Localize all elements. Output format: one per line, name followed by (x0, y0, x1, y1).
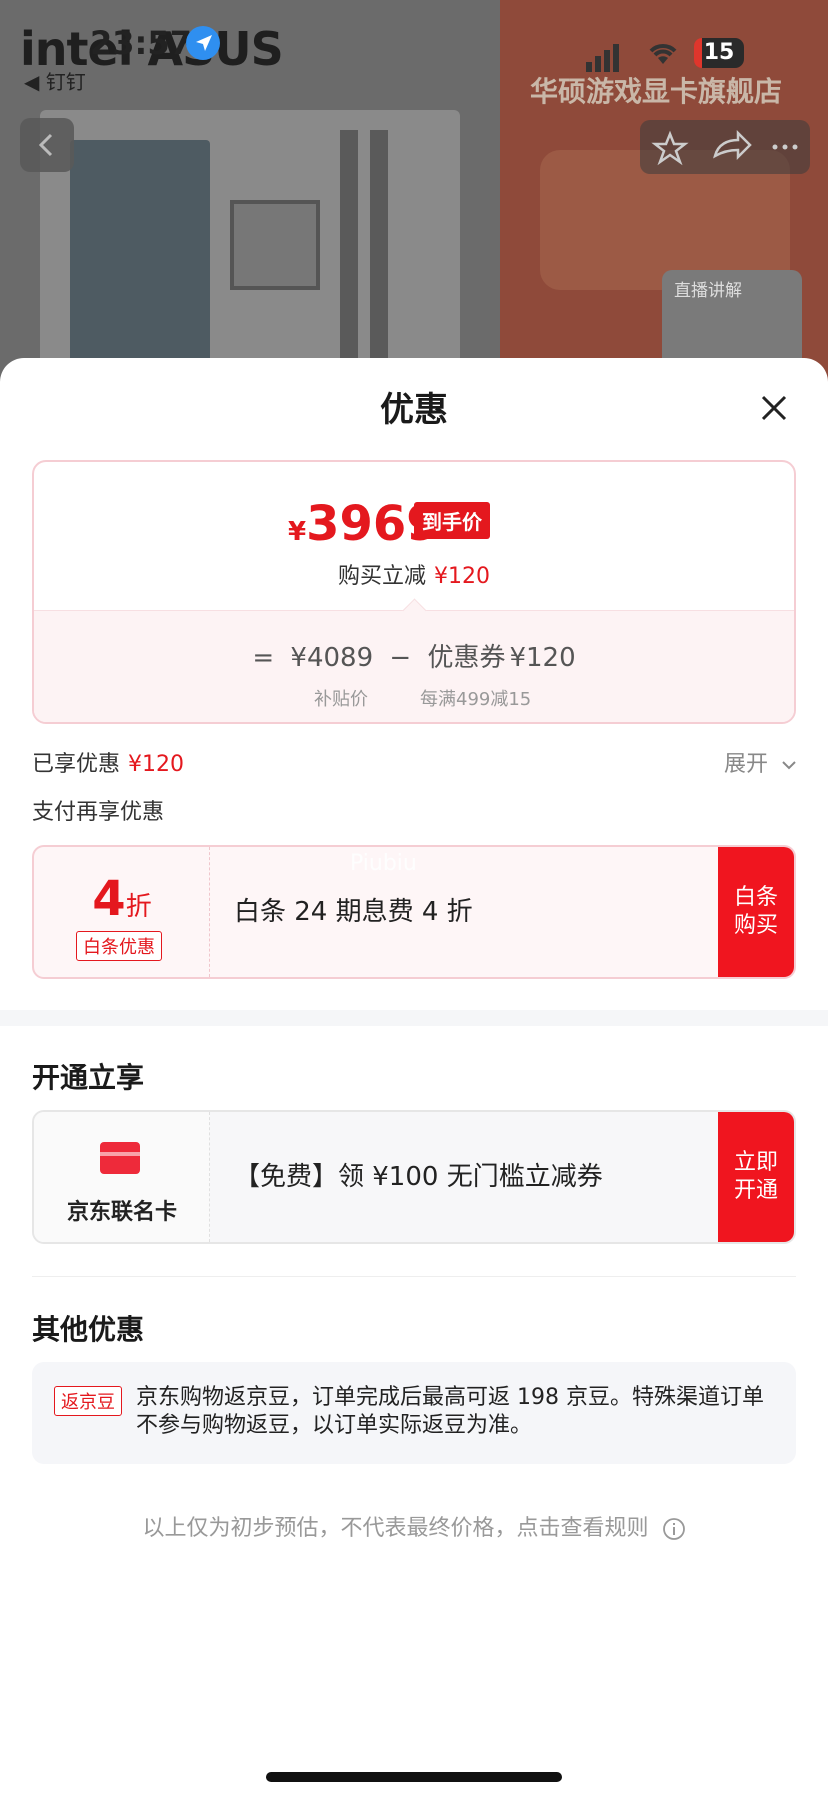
price-breakdown: = ¥4089 − 优惠券 ¥120 (34, 637, 794, 674)
back-to-app-link[interactable]: ◀ 钉钉 (24, 66, 86, 95)
live-label: 直播讲解 (674, 281, 742, 301)
nav-back-button[interactable] (20, 118, 74, 172)
base-price: ¥4089 (290, 643, 374, 673)
coupon-value: ¥120 (509, 643, 576, 673)
pay-section-title: 支付再享优惠 (32, 800, 165, 825)
bean-text: 京东购物返京豆，订单完成后最高可返 198 京豆。特殊渠道订单不参与购物返豆，以… (136, 1385, 764, 1438)
price-card: ¥3969 到手价 购买立减 ¥120 = ¥4089 − 优惠券 ¥120 补贴价… (32, 460, 796, 724)
bean-tag: 返京豆 (54, 1386, 122, 1416)
baitiao-discount-block: 4折 白条优惠 (34, 847, 210, 977)
base-price-label: 补贴价 (314, 689, 368, 710)
store-title: 华硕游戏显卡旗舰店 (530, 75, 783, 108)
baitiao-promo[interactable]: 4折 白条优惠 Piubiu 白条 24 期息费 4 折 白条购买 (32, 845, 796, 979)
currency-symbol: ¥ (288, 517, 307, 547)
reduce-line: 购买立减 ¥120 (34, 558, 794, 590)
expand-button[interactable]: 展开 (724, 746, 797, 778)
battery-indicator: 15 (694, 38, 744, 68)
coupon-rule: 每满499减15 (420, 689, 532, 710)
location-arrow-icon (186, 26, 220, 60)
status-time: 23:57 (90, 24, 192, 62)
card-name: 京东联名卡 (66, 1200, 177, 1225)
close-icon[interactable] (754, 388, 794, 428)
bean-reward-box: 返京豆 京东购物返京豆，订单完成后最高可返 198 京豆。特殊渠道订单不参与购物… (32, 1362, 796, 1464)
baitiao-badge: 白条优惠 (76, 931, 162, 961)
cobrand-card-promo[interactable]: 京东联名卡 【免费】领 ¥100 无门槛立减券 立即开通 (32, 1110, 796, 1244)
enjoyed-label: 已享优惠 (32, 752, 121, 777)
sheet-title: 优惠 (380, 390, 448, 430)
signal-icon (586, 44, 622, 72)
final-price-tag: 到手价 (414, 502, 490, 539)
open-section-title: 开通立享 (32, 1061, 145, 1094)
enjoyed-discount: 已享优惠 ¥120 (32, 746, 184, 778)
reduce-value: ¥120 (434, 564, 490, 589)
discount-value: 4折 (34, 871, 210, 927)
section-divider (0, 1010, 828, 1026)
chevron-down-icon (782, 761, 796, 770)
home-indicator (266, 1772, 562, 1782)
discount-unit: 折 (125, 892, 152, 922)
product-image (40, 110, 460, 400)
disclaimer-link[interactable]: 以上仅为初步预估，不代表最终价格，点击查看规则 (0, 1510, 828, 1542)
background-page: intel ASUS 华硕游戏显卡旗舰店 23:57 ◀ 钉钉 15 直播讲解 (0, 0, 828, 400)
baitiao-desc: 白条 24 期息费 4 折 (234, 897, 473, 927)
cobrand-card-block: 京东联名卡 (34, 1112, 210, 1242)
card-desc: 【免费】领 ¥100 无门槛立减券 (234, 1162, 603, 1192)
minus-sign: − (389, 643, 412, 673)
wifi-icon (646, 40, 680, 70)
nav-actions (640, 120, 810, 174)
divider-line (32, 1276, 796, 1277)
coupon-label: 优惠券 (427, 643, 506, 673)
baitiao-buy-button[interactable]: 白条购买 (718, 847, 794, 977)
other-section-title: 其他优惠 (32, 1313, 145, 1346)
discount-number: 4 (92, 871, 126, 927)
enjoyed-value: ¥120 (128, 752, 185, 777)
disclaimer-text: 以上仅为初步预估，不代表最终价格，点击查看规则 (142, 1516, 649, 1541)
reduce-label: 购买立减 (337, 564, 426, 589)
equals-sign: = (252, 643, 275, 673)
expand-label: 展开 (724, 752, 769, 777)
discount-sheet: 优惠 ¥3969 到手价 购买立减 ¥120 = ¥4089 − 优惠券 ¥120 … (0, 358, 828, 1795)
open-now-button[interactable]: 立即开通 (718, 1112, 794, 1242)
credit-card-icon (100, 1142, 140, 1174)
info-icon (662, 1518, 685, 1540)
